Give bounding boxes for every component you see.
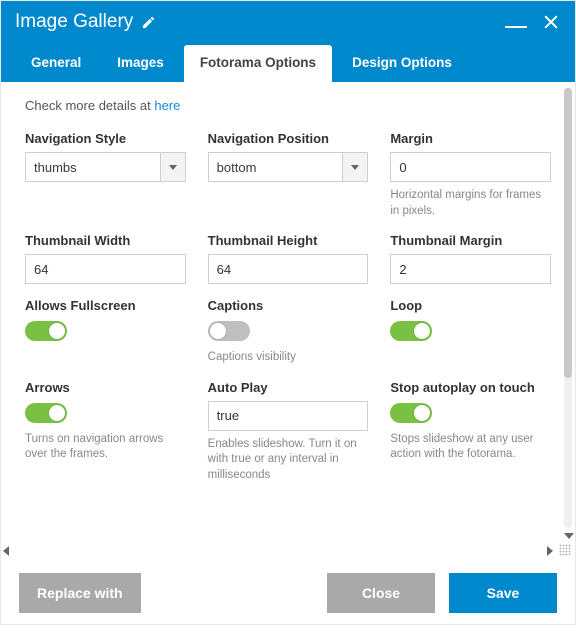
field-autoplay: Auto Play Enables slideshow. Turn it on … [208, 380, 369, 484]
autoplay-label: Auto Play [208, 380, 369, 395]
stop-autoplay-toggle[interactable] [390, 403, 432, 423]
scroll-right-icon[interactable] [547, 546, 553, 556]
dialog-body: Check more details at here Navigation St… [1, 82, 575, 541]
dialog-title: Image Gallery [15, 11, 133, 33]
loop-toggle[interactable] [390, 321, 432, 341]
field-margin: Margin Horizontal margins for frames in … [390, 131, 551, 219]
fullscreen-toggle[interactable] [25, 321, 67, 341]
field-captions: Captions Captions visibility [208, 298, 369, 366]
scroll-down-icon[interactable] [564, 533, 574, 539]
scroll-left-icon[interactable] [3, 546, 9, 556]
nav-style-label: Navigation Style [25, 131, 186, 146]
dialog-header: Image Gallery General Images Fotorama Op… [1, 1, 575, 82]
tab-images[interactable]: Images [101, 45, 180, 82]
margin-label: Margin [390, 131, 551, 146]
resize-grip-icon[interactable] [559, 544, 571, 556]
tab-general[interactable]: General [15, 45, 97, 82]
thumb-margin-label: Thumbnail Margin [390, 233, 551, 248]
autoplay-help: Enables slideshow. Turn it on with true … [208, 437, 369, 484]
close-button[interactable]: Close [327, 573, 435, 613]
tab-fotorama-options[interactable]: Fotorama Options [184, 45, 332, 82]
captions-label: Captions [208, 298, 369, 313]
minimize-icon[interactable] [505, 26, 527, 28]
captions-toggle[interactable] [208, 321, 250, 341]
thumb-width-label: Thumbnail Width [25, 233, 186, 248]
tab-design-options[interactable]: Design Options [336, 45, 468, 82]
field-arrows: Arrows Turns on navigation arrows over t… [25, 380, 186, 484]
thumb-height-label: Thumbnail Height [208, 233, 369, 248]
nav-style-select[interactable]: thumbs [25, 152, 186, 182]
thumb-margin-input[interactable] [390, 254, 551, 284]
arrows-help: Turns on navigation arrows over the fram… [25, 432, 186, 463]
nav-position-select[interactable]: bottom [208, 152, 369, 182]
field-thumb-margin: Thumbnail Margin [390, 233, 551, 284]
field-fullscreen: Allows Fullscreen [25, 298, 186, 366]
field-nav-position: Navigation Position bottom [208, 131, 369, 219]
loop-label: Loop [390, 298, 551, 313]
scrollbar-thumb[interactable] [564, 88, 572, 378]
fullscreen-label: Allows Fullscreen [25, 298, 186, 313]
field-loop: Loop [390, 298, 551, 366]
resize-bar [1, 541, 575, 561]
save-button[interactable]: Save [449, 573, 557, 613]
nav-position-label: Navigation Position [208, 131, 369, 146]
chevron-down-icon[interactable] [342, 152, 368, 182]
thumb-height-input[interactable] [208, 254, 369, 284]
thumb-width-input[interactable] [25, 254, 186, 284]
chevron-down-icon[interactable] [160, 152, 186, 182]
field-thumb-height: Thumbnail Height [208, 233, 369, 284]
field-thumb-width: Thumbnail Width [25, 233, 186, 284]
replace-with-button[interactable]: Replace with [19, 573, 141, 613]
field-nav-style: Navigation Style thumbs [25, 131, 186, 219]
details-link[interactable]: here [154, 98, 180, 113]
edit-icon[interactable] [141, 15, 156, 30]
captions-help: Captions visibility [208, 350, 369, 366]
margin-input[interactable] [390, 152, 551, 182]
details-hint: Check more details at here [25, 98, 551, 113]
field-stop-autoplay: Stop autoplay on touch Stops slideshow a… [390, 380, 551, 484]
dialog-footer: Replace with Close Save [1, 561, 575, 631]
arrows-toggle[interactable] [25, 403, 67, 423]
stop-autoplay-help: Stops slideshow at any user action with … [390, 432, 551, 463]
stop-autoplay-label: Stop autoplay on touch [390, 380, 551, 395]
close-icon[interactable] [541, 12, 561, 32]
autoplay-input[interactable] [208, 401, 369, 431]
margin-help: Horizontal margins for frames in pixels. [390, 188, 551, 219]
arrows-label: Arrows [25, 380, 186, 395]
tabs-bar: General Images Fotorama Options Design O… [15, 45, 561, 82]
